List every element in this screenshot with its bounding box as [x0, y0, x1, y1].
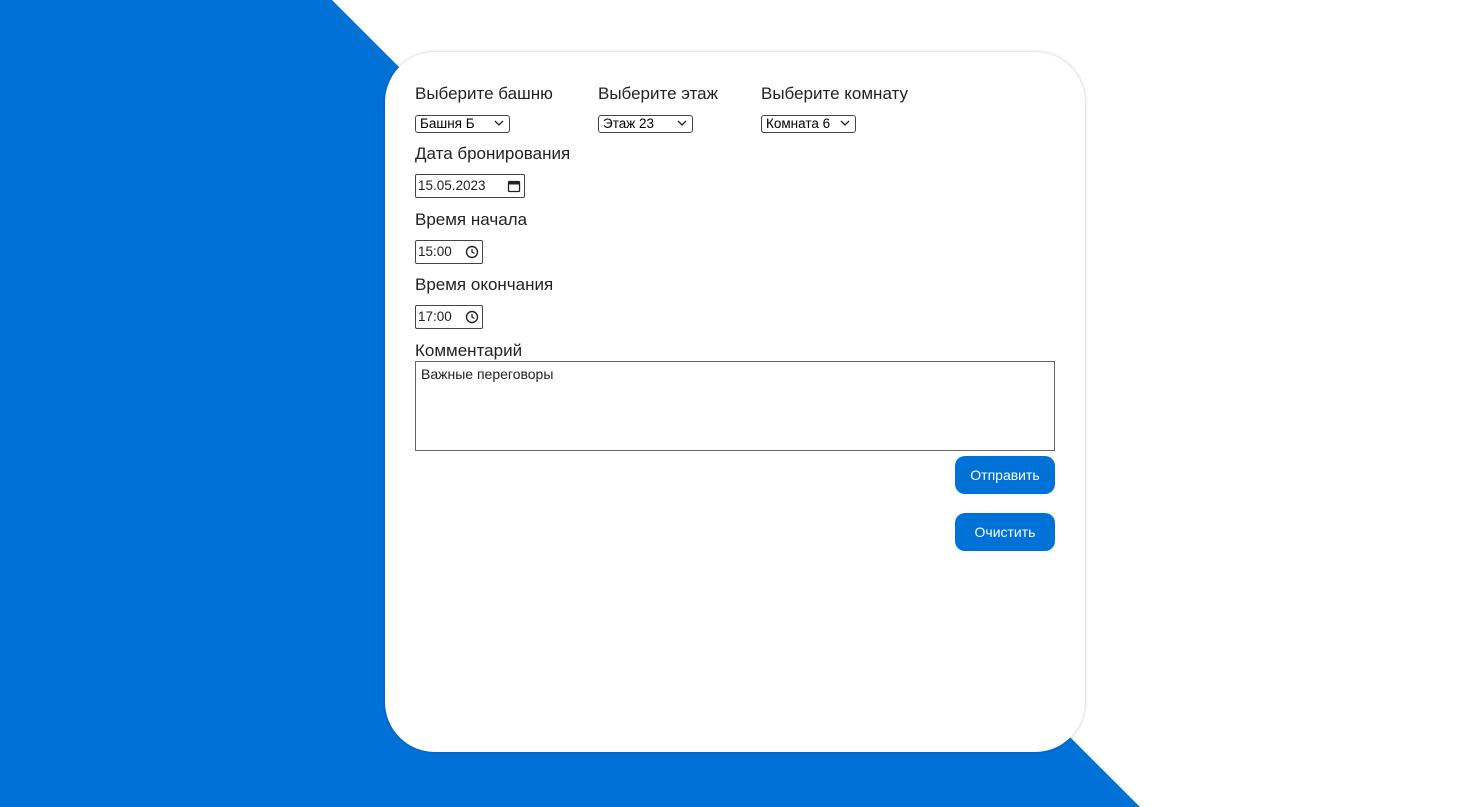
room-label: Выберите комнату: [761, 84, 908, 103]
tower-select[interactable]: Башня Б: [415, 115, 510, 133]
floor-select-value: Этаж 23: [603, 116, 655, 131]
tower-label: Выберите башню: [415, 84, 553, 103]
clock-icon[interactable]: [465, 245, 479, 259]
end-time-value: 17:00: [418, 309, 452, 324]
comment-textarea[interactable]: Важные переговоры: [415, 361, 1055, 451]
room-select-value: Комната 6: [766, 116, 831, 131]
chevron-down-icon: [840, 120, 850, 126]
floor-select[interactable]: Этаж 23: [598, 115, 693, 133]
comment-value: Важные переговоры: [421, 366, 554, 382]
date-input[interactable]: 15.05.2023: [415, 174, 525, 198]
chevron-down-icon: [494, 120, 504, 126]
floor-label: Выберите этаж: [598, 84, 719, 103]
calendar-icon[interactable]: [507, 179, 521, 193]
date-input-value: 15.05.2023: [418, 178, 486, 193]
start-time-input[interactable]: 15:00: [415, 240, 483, 264]
submit-button[interactable]: Отправить: [955, 456, 1055, 494]
chevron-down-icon: [677, 120, 687, 126]
tower-select-value: Башня Б: [420, 116, 475, 131]
end-time-input[interactable]: 17:00: [415, 305, 483, 329]
date-label: Дата бронирования: [415, 144, 571, 163]
start-time-value: 15:00: [418, 244, 452, 259]
start-time-label: Время начала: [415, 210, 528, 229]
end-time-label: Время окончания: [415, 275, 554, 294]
clock-icon[interactable]: [465, 310, 479, 324]
comment-label: Комментарий: [415, 341, 523, 360]
room-select[interactable]: Комната 6: [761, 115, 856, 133]
clear-button[interactable]: Очистить: [955, 513, 1055, 551]
